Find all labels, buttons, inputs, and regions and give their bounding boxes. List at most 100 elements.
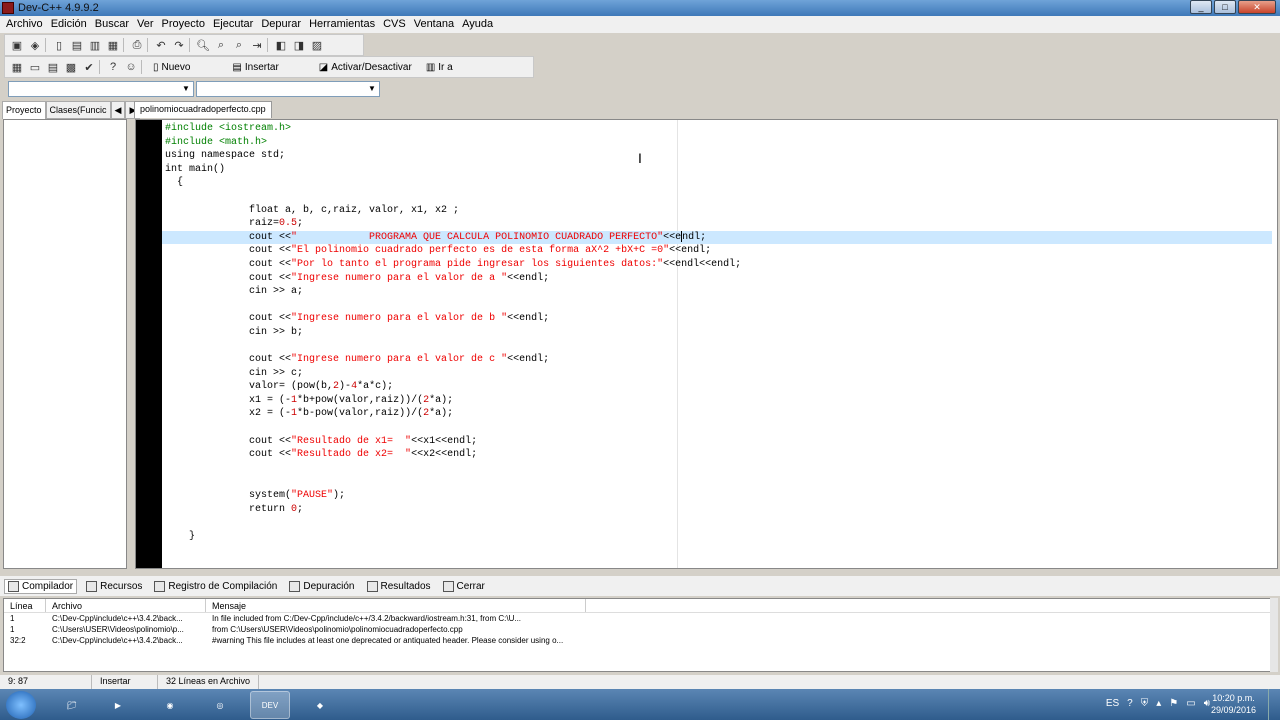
minimize-button[interactable]: _ xyxy=(1190,0,1212,14)
code-line[interactable]: cin >> a; xyxy=(165,285,1272,299)
code-line[interactable]: x2 = (-1*b-pow(valor,raiz))/(2*a); xyxy=(165,407,1272,421)
code-editor[interactable]: #include <iostream.h> #include <math.h> us… xyxy=(135,119,1278,569)
close-button[interactable]: ✕ xyxy=(1238,0,1276,14)
goto-bookmark-button[interactable]: ▥ Ir a xyxy=(420,62,459,73)
save-all-icon[interactable]: ▥ xyxy=(87,37,103,53)
volume-icon[interactable]: 🔊︎ xyxy=(1204,698,1210,709)
results-row[interactable]: 1 C:\Users\USER\Videos\polinomio\p... fr… xyxy=(4,624,1270,635)
menu-archivo[interactable]: Archivo xyxy=(2,16,47,33)
close-file-icon[interactable]: ▦ xyxy=(105,37,121,53)
tab-compilador[interactable]: Compilador xyxy=(4,578,78,594)
code-line[interactable]: valor= (pow(b,2)-4*a*c); xyxy=(165,380,1272,394)
code-line[interactable]: cin >> c; xyxy=(165,367,1272,381)
tab-registro[interactable]: Registro de Compilación xyxy=(151,580,280,593)
project-panel[interactable] xyxy=(3,119,127,569)
code-line[interactable]: cout <<"Resultado de x2= "<<x2<<endl; xyxy=(165,448,1272,462)
tab-recursos[interactable]: Recursos xyxy=(83,580,145,593)
tab-depuracion[interactable]: Depuración xyxy=(286,580,357,593)
menu-ejecutar[interactable]: Ejecutar xyxy=(209,16,257,33)
tab-scroll-left-icon[interactable]: ◀ xyxy=(110,101,126,119)
language-indicator[interactable]: ES xyxy=(1106,698,1119,709)
replace-icon[interactable]: ⌕ xyxy=(213,37,229,53)
menu-proyecto[interactable]: Proyecto xyxy=(158,16,209,33)
menu-cvs[interactable]: CVS xyxy=(379,16,410,33)
code-line[interactable] xyxy=(165,516,1272,530)
menu-ventana[interactable]: Ventana xyxy=(410,16,458,33)
devcpp-task-icon[interactable]: DEV xyxy=(250,691,290,719)
run-icon[interactable]: ▭ xyxy=(27,59,43,75)
code-line[interactable]: int main() xyxy=(165,163,1272,177)
code-line[interactable] xyxy=(165,190,1272,204)
code-line[interactable]: cout <<"El polinomio cuadrado perfecto e… xyxy=(165,244,1272,258)
tab-resultados[interactable]: Resultados xyxy=(364,580,434,593)
code-line[interactable]: cout <<"Ingrese numero para el valor de … xyxy=(165,312,1272,326)
open-file-icon[interactable]: ◈ xyxy=(27,37,43,53)
results-row[interactable]: 1 C:\Dev-Cpp\include\c++\3.4.2\back... I… xyxy=(4,613,1270,624)
maximize-button[interactable]: □ xyxy=(1214,0,1236,14)
code-line[interactable]: cout <<"Ingrese numero para el valor de … xyxy=(165,272,1272,286)
code-line[interactable]: { xyxy=(165,176,1272,190)
code-line[interactable]: #include <iostream.h> xyxy=(165,122,1272,136)
code-line[interactable]: cout <<" PROGRAMA QUE CALCULA POLINOMIO … xyxy=(162,230,1272,245)
class-combo[interactable]: ▼ xyxy=(8,81,194,97)
code-line[interactable]: return 0; xyxy=(165,503,1272,517)
code-content[interactable]: #include <iostream.h> #include <math.h> us… xyxy=(162,122,1272,544)
code-line[interactable]: #include <math.h> xyxy=(165,136,1272,150)
forward-icon[interactable]: ◨ xyxy=(291,37,307,53)
code-line[interactable]: cout <<"Por lo tanto el programa pide in… xyxy=(165,258,1272,272)
code-line[interactable]: using namespace std; xyxy=(165,149,1272,163)
results-scrollbar[interactable] xyxy=(1270,598,1278,672)
network-icon[interactable]: ▭ xyxy=(1186,698,1195,709)
help-tray-icon[interactable]: ? xyxy=(1127,698,1133,709)
code-line[interactable]: x1 = (-1*b+pow(valor,raiz))/(2*a); xyxy=(165,394,1272,408)
code-line[interactable] xyxy=(165,475,1272,489)
new-class-button[interactable]: ▯ Nuevo xyxy=(147,62,196,73)
menu-edicion[interactable]: Edición xyxy=(47,16,91,33)
media-player-task-icon[interactable]: ▶ xyxy=(98,691,138,719)
clock[interactable]: 10:20 p.m. 29/09/2016 xyxy=(1211,692,1256,716)
code-line[interactable] xyxy=(165,421,1272,435)
column-header-linea[interactable]: Línea xyxy=(4,599,46,612)
explorer-task-icon[interactable]: 📁︎ xyxy=(52,691,92,719)
code-line[interactable]: } xyxy=(165,530,1272,544)
goto-line-icon[interactable]: ⇥ xyxy=(249,37,265,53)
help-icon[interactable]: ? xyxy=(105,59,121,75)
toggle-bookmark-button[interactable]: ◪ Activar/Desactivar xyxy=(313,62,418,73)
code-line[interactable] xyxy=(165,299,1272,313)
chevron-up-icon[interactable]: ▴ xyxy=(1156,698,1161,709)
find-next-icon[interactable]: ⌕ xyxy=(231,37,247,53)
results-row[interactable]: 32:2 C:\Dev-Cpp\include\c++\3.4.2\back..… xyxy=(4,635,1270,646)
tab-clases[interactable]: Clases(Funcic xyxy=(45,101,111,119)
code-line[interactable]: cout <<"Ingrese numero para el valor de … xyxy=(165,353,1272,367)
undo-icon[interactable]: ↶ xyxy=(153,37,169,53)
code-line[interactable] xyxy=(165,462,1272,476)
chrome-task-icon[interactable]: ◎ xyxy=(200,691,240,719)
tab-cerrar[interactable]: Cerrar xyxy=(440,580,488,593)
insert-button[interactable]: ▤ Insertar xyxy=(226,62,284,73)
new-file-icon[interactable]: ▯ xyxy=(51,37,67,53)
back-icon[interactable]: ◧ xyxy=(273,37,289,53)
menu-depurar[interactable]: Depurar xyxy=(257,16,305,33)
flag-icon[interactable]: ⚑ xyxy=(1169,698,1178,709)
tool-task-icon[interactable]: ◆ xyxy=(300,691,340,719)
start-button[interactable] xyxy=(6,691,36,719)
bookmark-icon[interactable]: ▨ xyxy=(309,37,325,53)
check-syntax-icon[interactable]: ✔ xyxy=(81,59,97,75)
about-icon[interactable]: ☺ xyxy=(123,59,139,75)
column-header-mensaje[interactable]: Mensaje xyxy=(206,599,586,612)
menu-ver[interactable]: Ver xyxy=(133,16,158,33)
app-task-icon[interactable]: ◉ xyxy=(150,691,190,719)
menu-buscar[interactable]: Buscar xyxy=(91,16,133,33)
print-icon[interactable]: ⎙ xyxy=(129,37,145,53)
code-line[interactable]: cout <<"Resultado de x1= "<<x1<<endl; xyxy=(165,435,1272,449)
find-icon[interactable]: 🔍︎ xyxy=(195,37,211,53)
code-line[interactable]: system("PAUSE"); xyxy=(165,489,1272,503)
code-line[interactable]: cin >> b; xyxy=(165,326,1272,340)
menu-herramientas[interactable]: Herramientas xyxy=(305,16,379,33)
redo-icon[interactable]: ↷ xyxy=(171,37,187,53)
compile-run-icon[interactable]: ▤ xyxy=(45,59,61,75)
compiler-results-list[interactable]: Línea Archivo Mensaje 1 C:\Dev-Cpp\inclu… xyxy=(3,598,1271,672)
save-icon[interactable]: ▤ xyxy=(69,37,85,53)
compile-icon[interactable]: ▦ xyxy=(9,59,25,75)
tab-proyecto[interactable]: Proyecto xyxy=(2,101,46,119)
